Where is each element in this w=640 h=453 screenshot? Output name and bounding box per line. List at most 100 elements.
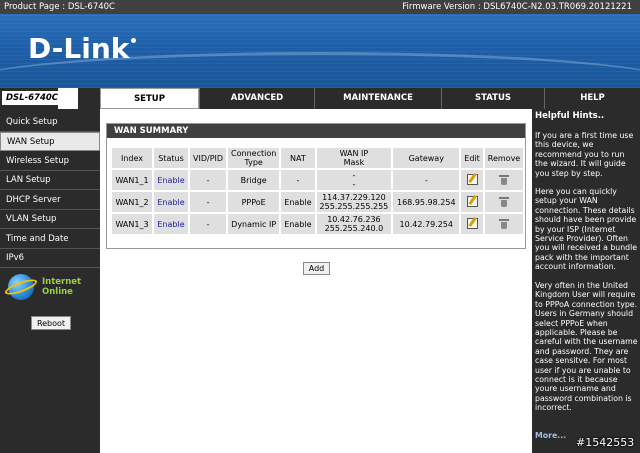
watermark: #1542553 (576, 436, 635, 449)
tab-status[interactable]: STATUS (441, 88, 544, 109)
cell-nat: Enable (281, 192, 315, 212)
cell-index: WAN1_2 (112, 192, 152, 212)
main-content: WAN SUMMARY Index Status VID/PID Connect… (100, 109, 532, 453)
col-vid-pid: VID/PID (190, 148, 227, 168)
col-wan-ip-line-2: Mask (343, 158, 365, 167)
tab-maintenance[interactable]: MAINTENANCE (314, 88, 441, 109)
cell-wan-ip: - (352, 171, 356, 180)
cell-connection-type: Bridge (228, 170, 280, 190)
edit-icon[interactable] (466, 173, 478, 185)
cell-remove (484, 214, 524, 234)
col-edit: Edit (461, 148, 483, 168)
col-index: Index (112, 148, 152, 168)
table-row: WAN1_3 Enable - Dynamic IP Enable 10.42.… (112, 214, 524, 234)
logo-text: D-Link (28, 32, 130, 65)
tab-label: SETUP (134, 94, 165, 104)
header-banner: D-Link (0, 14, 640, 88)
cell-status: Enable (154, 170, 188, 190)
dlink-logo: D-Link (28, 32, 137, 65)
cell-vid-pid: - (190, 192, 227, 212)
tab-advanced[interactable]: ADVANCED (199, 88, 314, 109)
cell-connection-type: PPPoE (228, 192, 280, 212)
table-row: WAN1_1 Enable - Bridge - -- - (112, 170, 524, 190)
sidebar-item-quick-setup[interactable]: Quick Setup (0, 113, 100, 132)
sidebar-item-time-and-date[interactable]: Time and Date (0, 230, 100, 249)
col-nat: NAT (281, 148, 315, 168)
col-remove: Remove (484, 148, 524, 168)
cell-edit (461, 214, 483, 234)
hints-title: Helpful Hints.. (535, 111, 605, 121)
cell-index: WAN1_1 (112, 170, 152, 190)
tab-label: STATUS (474, 93, 511, 103)
cell-wan-ip-mask: 114.37.229.120 255.255.255.255 (316, 192, 392, 212)
more-link[interactable]: More... (535, 431, 566, 440)
sidebar-item-ipv6[interactable]: IPv6 (0, 249, 100, 268)
internet-status-text: Internet Online (42, 277, 81, 297)
col-status: Status (154, 148, 188, 168)
wan-summary-title: WAN SUMMARY (107, 124, 525, 138)
cell-wan-ip-mask: 10.42.76.236 255.255.240.0 (316, 214, 392, 234)
cell-mask: 255.255.255.255 (319, 202, 389, 211)
sidebar-item-lan-setup[interactable]: LAN Setup (0, 171, 100, 190)
col-wan-ip-line-1: WAN IP (339, 149, 369, 158)
trash-icon[interactable] (499, 196, 509, 207)
cell-vid-pid: - (190, 214, 227, 234)
cell-wan-ip-mask: -- (316, 170, 392, 190)
col-wan-ip-mask: WAN IP Mask (316, 148, 392, 168)
edit-icon[interactable] (466, 195, 478, 207)
tab-label: HELP (580, 93, 605, 103)
cell-nat: - (281, 170, 315, 190)
cell-gateway: 10.42.79.254 (393, 214, 460, 234)
status-line-2: Online (42, 287, 73, 297)
cell-gateway: - (393, 170, 460, 190)
helpful-hints-panel: Helpful Hints.. If you are a first time … (532, 109, 640, 453)
logo-dot (131, 38, 137, 43)
cell-vid-pid: - (190, 170, 227, 190)
col-gateway: Gateway (393, 148, 460, 168)
add-wan-button[interactable]: Add (303, 262, 330, 275)
top-info-bar: Product Page : DSL-6740C Firmware Versio… (0, 0, 640, 14)
firmware-version-label: Firmware Version : DSL6740C-N2.03.TR069.… (402, 2, 632, 12)
cell-remove (484, 170, 524, 190)
hints-paragraph-2: Here you can quickly setup your WAN conn… (535, 187, 638, 272)
cell-wan-ip: 114.37.229.120 (322, 193, 386, 202)
col-connection-line-2: Type (244, 158, 263, 167)
cell-gateway: 168.95.98.254 (393, 192, 460, 212)
tab-label: MAINTENANCE (343, 93, 413, 103)
cell-mask: 255.255.240.0 (324, 224, 384, 233)
table-row: WAN1_2 Enable - PPPoE Enable 114.37.229.… (112, 192, 524, 212)
reboot-button[interactable]: Reboot (31, 316, 71, 330)
model-slash-decoration: // (58, 88, 79, 109)
cell-mask: - (352, 180, 356, 189)
globe-ring (3, 276, 39, 298)
col-connection-type: Connection Type (228, 148, 280, 168)
hints-paragraph-3: Very often in the United Kingdom User wi… (535, 281, 638, 413)
trash-icon[interactable] (499, 174, 509, 185)
sidebar-item-vlan-setup[interactable]: VLAN Setup (0, 210, 100, 229)
cell-remove (484, 192, 524, 212)
sidebar-item-wireless-setup[interactable]: Wireless Setup (0, 152, 100, 171)
status-line-1: Internet (42, 277, 82, 287)
model-label: DSL-6740C (2, 91, 63, 105)
wan-summary-table: Index Status VID/PID Connection Type NAT … (110, 146, 525, 236)
tab-setup[interactable]: SETUP (100, 88, 199, 109)
trash-icon[interactable] (499, 218, 509, 229)
cell-status: Enable (154, 192, 188, 212)
cell-index: WAN1_3 (112, 214, 152, 234)
tab-help[interactable]: HELP (544, 88, 640, 109)
edit-icon[interactable] (466, 217, 478, 229)
hints-paragraph-1: If you are a first time use this device,… (535, 131, 634, 178)
sidebar-item-dhcp-server[interactable]: DHCP Server (0, 191, 100, 210)
sidebar-item-wan-setup[interactable]: WAN Setup (0, 132, 100, 151)
tab-label: ADVANCED (230, 93, 284, 103)
cell-edit (461, 170, 483, 190)
globe-icon (3, 274, 39, 300)
cell-status: Enable (154, 214, 188, 234)
cell-edit (461, 192, 483, 212)
cell-wan-ip: 10.42.76.236 (327, 215, 381, 224)
table-header-row: Index Status VID/PID Connection Type NAT … (112, 148, 524, 168)
col-connection-line-1: Connection (231, 149, 277, 158)
product-page-label: Product Page : DSL-6740C (4, 2, 115, 12)
model-badge: DSL-6740C// (0, 88, 100, 109)
cell-nat: Enable (281, 214, 315, 234)
